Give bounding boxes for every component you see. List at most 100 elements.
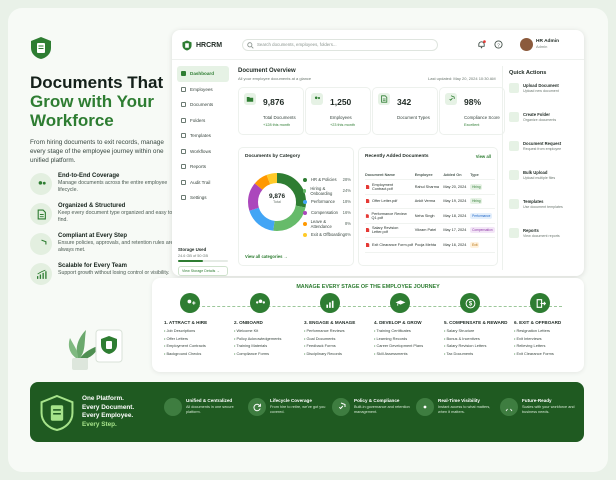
doc-name: Performance Review Q1.pdf bbox=[371, 211, 407, 220]
sidebar-item-reports[interactable]: Reports bbox=[177, 159, 229, 175]
legend-swatch bbox=[303, 177, 307, 182]
storage-details-button[interactable]: View Storage Details → bbox=[178, 266, 228, 276]
doc-name: Exit Clearance Form.pdf bbox=[372, 242, 413, 247]
banner-feature-title: Future-Ready bbox=[522, 398, 552, 403]
kpi-card-4[interactable]: 98% Compliance Score Excellent bbox=[439, 87, 505, 135]
sidebar-item-label: Reports bbox=[190, 164, 207, 170]
stage-title: 6. EXIT & OFFBOARD bbox=[514, 320, 562, 325]
kpi-icon-wrap bbox=[311, 93, 323, 105]
nav-icon bbox=[181, 164, 186, 170]
kpi-value: 342 bbox=[397, 97, 412, 107]
bell-icon[interactable] bbox=[477, 40, 486, 49]
view-all-categories-link[interactable]: View all categories → bbox=[245, 254, 288, 259]
quick-action-upload-document[interactable]: Upload Document Upload new document bbox=[509, 83, 578, 105]
kpi-card-3[interactable]: 342 Document Types bbox=[372, 87, 438, 135]
pdf-file-icon bbox=[365, 184, 370, 189]
sidebar-item-workflows[interactable]: Workflows bbox=[177, 144, 229, 160]
banner-feature-desc: From hire to retire, we've got you cover… bbox=[270, 405, 326, 414]
help-icon[interactable]: ? bbox=[494, 40, 503, 49]
quick-action-reports[interactable]: Reports View document reports bbox=[509, 228, 578, 250]
table-row[interactable]: Employment Contract.pdf Rahul Sharma May 2… bbox=[365, 180, 495, 195]
stage-item: Employment Contracts bbox=[164, 343, 232, 351]
storage-title: Storage Used bbox=[178, 247, 207, 252]
stage-item: Feedback Forms bbox=[304, 343, 372, 351]
hero-feature-title: End-to-End Coverage bbox=[58, 173, 120, 179]
stage-item: Policy Acknowledgements bbox=[234, 336, 302, 344]
banner-line4: Every Step. bbox=[82, 420, 117, 428]
bottom-banner: One Platform. Every Document. Every Empl… bbox=[30, 382, 584, 442]
table-row[interactable]: Salary Revision Letter.pdf Vikram Patel Ma… bbox=[365, 224, 495, 238]
stage-item: Performance Reviews bbox=[304, 328, 372, 336]
brand-name: HRCRM bbox=[196, 42, 223, 49]
table-row[interactable]: Offer Letter.pdf Ankit Verma May 19, 2024 H… bbox=[365, 195, 495, 209]
quick-action-create-folder[interactable]: Create Folder Organize documents bbox=[509, 112, 578, 134]
sidebar-item-templates[interactable]: Templates bbox=[177, 128, 229, 144]
pdf-file-icon bbox=[365, 228, 370, 233]
stage-item: Background Checks bbox=[164, 351, 232, 359]
sidebar-item-dashboard[interactable]: Dashboard bbox=[177, 66, 229, 82]
doc-date: May 18, 2024 bbox=[443, 213, 467, 218]
hero-feature-desc: Support growth without losing control or… bbox=[58, 270, 170, 276]
hero-feature-desc: Ensure policies, approvals, and retentio… bbox=[58, 240, 174, 253]
cloud-icon bbox=[168, 402, 178, 412]
stage-item: Learning Records bbox=[374, 336, 442, 344]
doc-employee: Ankit Verma bbox=[414, 199, 436, 204]
sidebar-item-documents[interactable]: Documents bbox=[177, 97, 229, 113]
legend-pct: 28% bbox=[342, 177, 351, 182]
hero-title-line3: Workforce bbox=[30, 111, 114, 130]
sidebar-item-settings[interactable]: Settings bbox=[177, 190, 229, 206]
storage-bar-fill bbox=[178, 260, 203, 262]
avatar[interactable] bbox=[520, 38, 533, 51]
refresh-icon bbox=[253, 403, 261, 412]
sidebar-item-audit-trail[interactable]: Audit Trail bbox=[177, 175, 229, 191]
kpi-card-2[interactable]: 1,250 Employees +23 this month bbox=[305, 87, 371, 135]
hero-lead: From hiring documents to exit records, m… bbox=[30, 139, 164, 164]
storage-value: 24.6 GB of 50 GB bbox=[178, 254, 208, 258]
banner-feature-desc: Scales with your workforce and business … bbox=[522, 405, 575, 414]
search-input[interactable]: Search documents, employees, folders... bbox=[242, 39, 438, 51]
table-row[interactable]: Exit Clearance Form.pdf Pooja Mehta May 16… bbox=[365, 238, 495, 253]
folder-icon bbox=[246, 97, 254, 102]
legend-item: Hiring & Onboarding 24% bbox=[303, 185, 351, 196]
stage-items: Salary StructureBonus & IncentivesSalary… bbox=[444, 328, 512, 358]
svg-text:?: ? bbox=[497, 42, 500, 48]
quick-action-templates[interactable]: Templates Use document templates bbox=[509, 199, 578, 221]
doc-date: May 19, 2024 bbox=[443, 199, 467, 204]
sidebar-item-folders[interactable]: Folders bbox=[177, 113, 229, 129]
journey-title: MANAGE EVERY STAGE OF THE EMPLOYEE JOURN… bbox=[296, 284, 440, 290]
recent-view-all-link[interactable]: View all bbox=[476, 154, 491, 159]
donut-total: 9,876 bbox=[269, 193, 285, 200]
banner-tagline: One Platform. Every Document. Every Empl… bbox=[82, 395, 134, 429]
banner-feature-icon-wrap bbox=[332, 398, 350, 416]
overview-title: Document Overview bbox=[238, 68, 296, 74]
quick-action-document-request[interactable]: Document Request Request from employee bbox=[509, 141, 578, 163]
kpi-card-1[interactable]: 9,876 Total Documents +128 this month bbox=[238, 87, 304, 135]
nav-icon bbox=[181, 102, 186, 108]
table-header-cell: Employee bbox=[414, 172, 433, 177]
journey-section: MANAGE EVERY STAGE OF THE EMPLOYEE JOURN… bbox=[152, 278, 584, 372]
quick-action-desc: Upload multiple files bbox=[523, 176, 556, 180]
kpi-sub: Excellent bbox=[464, 123, 480, 127]
doc-employee: Rahul Sharma bbox=[414, 184, 439, 189]
journey-stage-4: 4. DEVELOP & GROW Training CertificatesLe… bbox=[374, 293, 442, 358]
kpi-value: 9,876 bbox=[263, 97, 285, 107]
app-brand[interactable]: HRCRM bbox=[182, 40, 222, 51]
stage-item: Exit Interviews bbox=[514, 336, 582, 344]
doc-date: May 17, 2024 bbox=[443, 228, 467, 233]
sidebar-item-label: Folders bbox=[190, 117, 206, 123]
pdf-file-icon bbox=[365, 213, 369, 218]
user-menu[interactable]: HR Admin Admin bbox=[536, 39, 559, 49]
nav-icon bbox=[181, 71, 186, 77]
banner-feature-desc: Built-in governance and retention manage… bbox=[354, 405, 410, 414]
banner-line2: Every Document. bbox=[82, 403, 135, 411]
kpi-label: Total Documents bbox=[263, 115, 296, 120]
legend-pct: 8% bbox=[344, 221, 351, 226]
overview-subtitle: All your employee documents at a glance bbox=[238, 76, 312, 81]
hero-section: Documents That Grow with Your Workforce … bbox=[30, 36, 180, 285]
document-icon bbox=[37, 209, 46, 219]
quick-action-desc: Use document templates bbox=[523, 205, 563, 209]
quick-action-bulk-upload[interactable]: Bulk Upload Upload multiple files bbox=[509, 170, 578, 192]
table-row[interactable]: Performance Review Q1.pdf Neha Singh May 1… bbox=[365, 209, 495, 224]
sidebar-item-employees[interactable]: Employees bbox=[177, 82, 229, 98]
nav-icon bbox=[181, 117, 186, 123]
